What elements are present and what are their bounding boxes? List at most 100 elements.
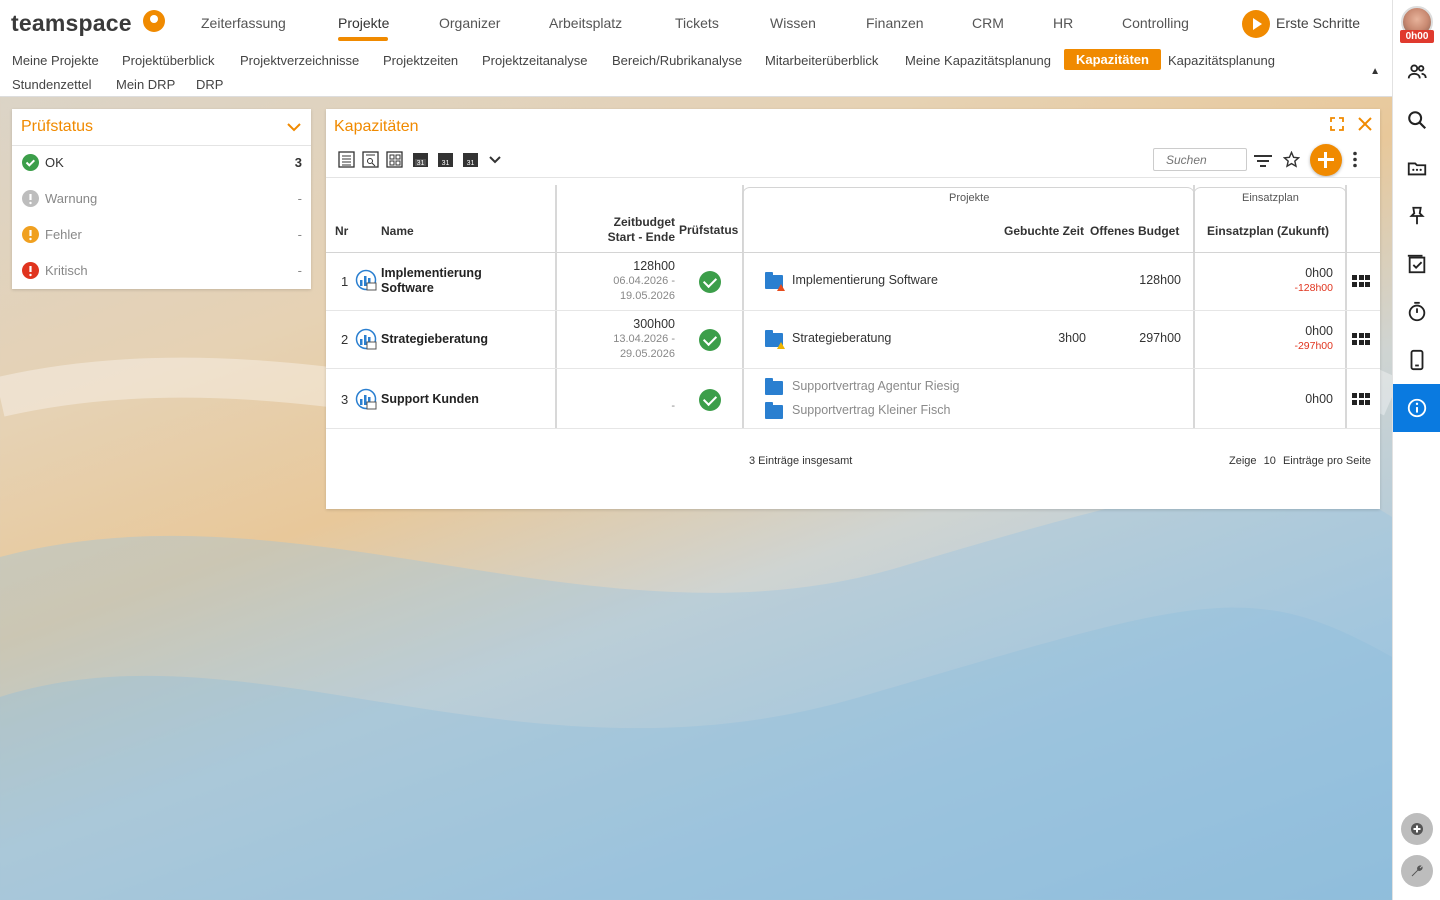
- grid-menu-icon[interactable]: [1352, 393, 1370, 406]
- nav-organizer[interactable]: Organizer: [439, 15, 500, 31]
- detail-search-view-icon[interactable]: [362, 151, 379, 168]
- subnav-drp[interactable]: DRP: [196, 77, 223, 92]
- header-gebuchte-zeit[interactable]: Gebuchte Zeit: [1004, 224, 1084, 238]
- status-row-warnung[interactable]: Warnung -: [12, 181, 311, 217]
- nav-controlling[interactable]: Controlling: [1122, 15, 1189, 31]
- search-input[interactable]: [1153, 148, 1247, 171]
- right-sidebar: 0h00: [1392, 0, 1440, 900]
- svg-text:31: 31: [417, 160, 425, 167]
- offenes-budget-value: 128h00: [1139, 273, 1181, 287]
- nav-finanzen[interactable]: Finanzen: [866, 15, 924, 31]
- table-row[interactable]: 3 Support Kunden - Supportvertrag Agentu…: [326, 369, 1380, 429]
- stopwatch-icon[interactable]: [1393, 288, 1440, 336]
- add-button[interactable]: [1310, 144, 1342, 176]
- status-row-fehler[interactable]: Fehler -: [12, 217, 311, 253]
- calendar-day-icon[interactable]: 31: [412, 151, 429, 168]
- nav-hr[interactable]: HR: [1053, 15, 1073, 31]
- subnav-projektzeiten[interactable]: Projektzeiten: [383, 53, 458, 68]
- list-view-icon[interactable]: [338, 151, 355, 168]
- add-widget-icon[interactable]: [1401, 813, 1433, 845]
- zeitbudget-value: 300h00: [633, 317, 675, 331]
- subnav-kapazitaeten[interactable]: Kapazitäten: [1064, 49, 1161, 70]
- header-nr[interactable]: Nr: [335, 224, 348, 238]
- info-icon[interactable]: [1393, 384, 1440, 432]
- row-nr: 3: [341, 392, 349, 407]
- tile-view-icon[interactable]: [386, 151, 403, 168]
- calendar-month-icon[interactable]: 31: [462, 151, 479, 168]
- nav-wissen[interactable]: Wissen: [770, 15, 816, 31]
- status-row-kritisch[interactable]: Kritisch -: [12, 253, 311, 289]
- nav-tickets[interactable]: Tickets: [675, 15, 719, 31]
- wrench-settings-icon[interactable]: [1401, 855, 1433, 887]
- folder-icon: [765, 402, 783, 419]
- pin-icon[interactable]: [1393, 192, 1440, 240]
- header-einsatzplan-zukunft[interactable]: Einsatzplan (Zukunft): [1207, 224, 1329, 238]
- star-icon[interactable]: [1282, 150, 1301, 168]
- task-checklist-icon[interactable]: [1393, 240, 1440, 288]
- start-date: -: [671, 400, 675, 412]
- subnav-projektverzeichnisse[interactable]: Projektverzeichnisse: [240, 53, 359, 68]
- close-icon[interactable]: [1358, 117, 1372, 134]
- subnav-meine-kapazitaetsplanung[interactable]: Meine Kapazitätsplanung: [905, 53, 1051, 68]
- subnav-projektueberblick[interactable]: Projektüberblick: [122, 53, 215, 68]
- grid-menu-icon[interactable]: [1352, 275, 1370, 288]
- check-circle-icon: [699, 329, 721, 351]
- einsatzplan-value: 0h00: [1305, 392, 1333, 406]
- header-zeitbudget[interactable]: Zeitbudget: [611, 215, 675, 229]
- project-name[interactable]: Support Kunden: [381, 392, 479, 407]
- status-row-ok[interactable]: OK 3: [12, 145, 311, 181]
- folder-tree-icon[interactable]: [1393, 144, 1440, 192]
- linked-project-name[interactable]: Supportvertrag Kleiner Fisch: [792, 403, 950, 417]
- user-time-badge: 0h00: [1400, 30, 1434, 43]
- project-name[interactable]: Implementierung: [381, 266, 482, 281]
- capacity-chart-icon: [355, 388, 377, 413]
- offenes-budget-value: 297h00: [1139, 331, 1181, 345]
- project-name-line2[interactable]: Software: [381, 281, 434, 296]
- subnav-projektzeitanalyse[interactable]: Projektzeitanalyse: [482, 53, 588, 68]
- calendar-week-icon[interactable]: 31: [437, 151, 454, 168]
- search-icon[interactable]: [1393, 96, 1440, 144]
- nav-projekte[interactable]: Projekte: [338, 15, 389, 31]
- table-row[interactable]: 2 Strategieberatung 300h00 13.04.2026 - …: [326, 311, 1380, 369]
- start-date: 13.04.2026 -: [613, 333, 675, 345]
- linked-project-name[interactable]: Supportvertrag Agentur Riesig: [792, 379, 959, 393]
- project-name[interactable]: Strategieberatung: [381, 332, 488, 347]
- filter-icon[interactable]: [1253, 152, 1272, 169]
- nav-crm[interactable]: CRM: [972, 15, 1004, 31]
- linked-project-name[interactable]: Strategieberatung: [792, 331, 891, 345]
- subnav-meine-projekte[interactable]: Meine Projekte: [12, 53, 99, 68]
- pruefstatus-title: Prüfstatus: [21, 118, 94, 135]
- play-icon[interactable]: [1242, 10, 1270, 38]
- kapazitaeten-panel: Kapazitäten 31 31 31 Suchen Projekte Ein…: [326, 109, 1380, 509]
- chevron-down-icon[interactable]: [287, 120, 301, 135]
- capacity-table: Projekte Einsatzplan Nr Name Zeitbudget …: [326, 177, 1380, 429]
- collapse-subnav-icon[interactable]: ▲: [1370, 66, 1380, 77]
- more-options-icon[interactable]: [1352, 151, 1369, 168]
- page-size-select[interactable]: 10: [1264, 455, 1276, 467]
- nav-arbeitsplatz[interactable]: Arbeitsplatz: [549, 15, 622, 31]
- people-icon[interactable]: [1393, 48, 1440, 96]
- header-start-ende[interactable]: Start - Ende: [594, 230, 675, 244]
- nav-zeiterfassung[interactable]: Zeiterfassung: [201, 15, 286, 31]
- header-pruefstatus[interactable]: Prüfstatus: [679, 223, 738, 237]
- kapazitaeten-title: Kapazitäten: [334, 118, 419, 135]
- subnav-mein-drp[interactable]: Mein DRP: [116, 77, 175, 92]
- subnav-kapazitaetsplanung[interactable]: Kapazitätsplanung: [1168, 53, 1275, 68]
- header-name[interactable]: Name: [381, 224, 414, 238]
- linked-project-name[interactable]: Implementierung Software: [792, 273, 938, 287]
- subnav-mitarbeiterueberblick[interactable]: Mitarbeiterüberblick: [765, 53, 878, 68]
- header-offenes-budget[interactable]: Offenes Budget: [1090, 224, 1179, 238]
- subnav-stundenzettel[interactable]: Stundenzettel: [12, 77, 92, 92]
- mobile-device-icon[interactable]: [1393, 336, 1440, 384]
- maximize-icon[interactable]: [1330, 117, 1344, 134]
- svg-text:31: 31: [467, 160, 475, 167]
- subnav-bereich-rubrikanalyse[interactable]: Bereich/Rubrikanalyse: [612, 53, 742, 68]
- start-date: 06.04.2026 -: [613, 275, 675, 287]
- grid-menu-icon[interactable]: [1352, 333, 1370, 346]
- chevron-down-icon[interactable]: [488, 151, 505, 168]
- table-row[interactable]: 1 Implementierung Software 128h00 06.04.…: [326, 253, 1380, 311]
- exclamation-circle-icon: [22, 262, 39, 279]
- app-logo[interactable]: teamspace: [11, 10, 132, 37]
- getting-started-link[interactable]: Erste Schritte: [1276, 15, 1360, 31]
- capacity-chart-icon: [355, 328, 377, 353]
